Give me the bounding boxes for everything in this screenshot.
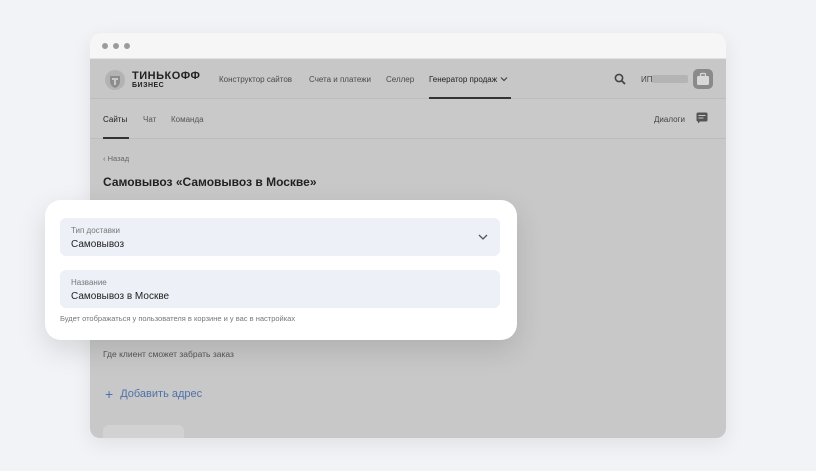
sub-navigation: Сайты Чат Команда Диалоги [90, 99, 726, 139]
avatar[interactable] [693, 69, 713, 89]
window-dot-icon[interactable] [124, 43, 130, 49]
nav-link-accounts[interactable]: Счета и платежи [309, 75, 371, 84]
delivery-type-value: Самовывоз [71, 239, 125, 250]
user-name-redacted [652, 75, 688, 83]
nav-link-site-builder[interactable]: Конструктор сайтов [219, 75, 292, 84]
brand-sub: БИЗНЕС [132, 82, 165, 89]
name-hint: Будет отображаться у пользователя в корз… [60, 314, 296, 323]
plus-icon: + [105, 386, 114, 402]
name-input[interactable]: Название Самовывоз в Москве [60, 270, 500, 308]
nav-link-sales-generator[interactable]: Генератор продаж [429, 75, 497, 84]
chevron-down-icon[interactable] [500, 75, 508, 83]
active-tab-indicator [103, 137, 129, 139]
delivery-form-card: Тип доставки Самовывоз Название Самовыво… [45, 200, 517, 340]
window-dot-icon[interactable] [113, 43, 119, 49]
window-titlebar [90, 33, 726, 59]
back-label: Назад [107, 154, 130, 163]
briefcase-icon [697, 72, 709, 85]
user-name[interactable]: ИП [641, 75, 653, 84]
name-value[interactable]: Самовывоз в Москве [71, 291, 169, 302]
dialogs-link[interactable]: Диалоги [654, 115, 685, 124]
brand-name[interactable]: ТИНЬКОФФ [132, 70, 200, 82]
delivery-type-select[interactable]: Тип доставки Самовывоз [60, 218, 500, 256]
pickup-hint: Где клиент сможет забрать заказ [103, 349, 234, 359]
add-address-button[interactable]: + Добавить адрес [105, 387, 202, 401]
add-address-label: Добавить адрес [120, 388, 203, 400]
delivery-type-label: Тип доставки [71, 226, 120, 235]
back-link[interactable]: ‹ Назад [103, 154, 129, 163]
search-icon[interactable] [614, 73, 626, 85]
tinkoff-emblem-icon[interactable] [104, 69, 126, 91]
tab-team[interactable]: Команда [171, 115, 204, 124]
nav-link-seller[interactable]: Селлер [386, 75, 414, 84]
top-navigation: ТИНЬКОФФ БИЗНЕС Конструктор сайтов Счета… [90, 59, 726, 99]
tab-chat[interactable]: Чат [143, 115, 156, 124]
window-dot-icon[interactable] [102, 43, 108, 49]
chevron-down-icon[interactable] [478, 233, 488, 241]
tab-sites[interactable]: Сайты [103, 115, 127, 124]
chat-icon[interactable] [696, 112, 708, 124]
name-label: Название [71, 278, 107, 287]
save-button-placeholder[interactable] [103, 425, 184, 438]
page-title: Самовывоз «Самовывоз в Москве» [103, 175, 317, 189]
